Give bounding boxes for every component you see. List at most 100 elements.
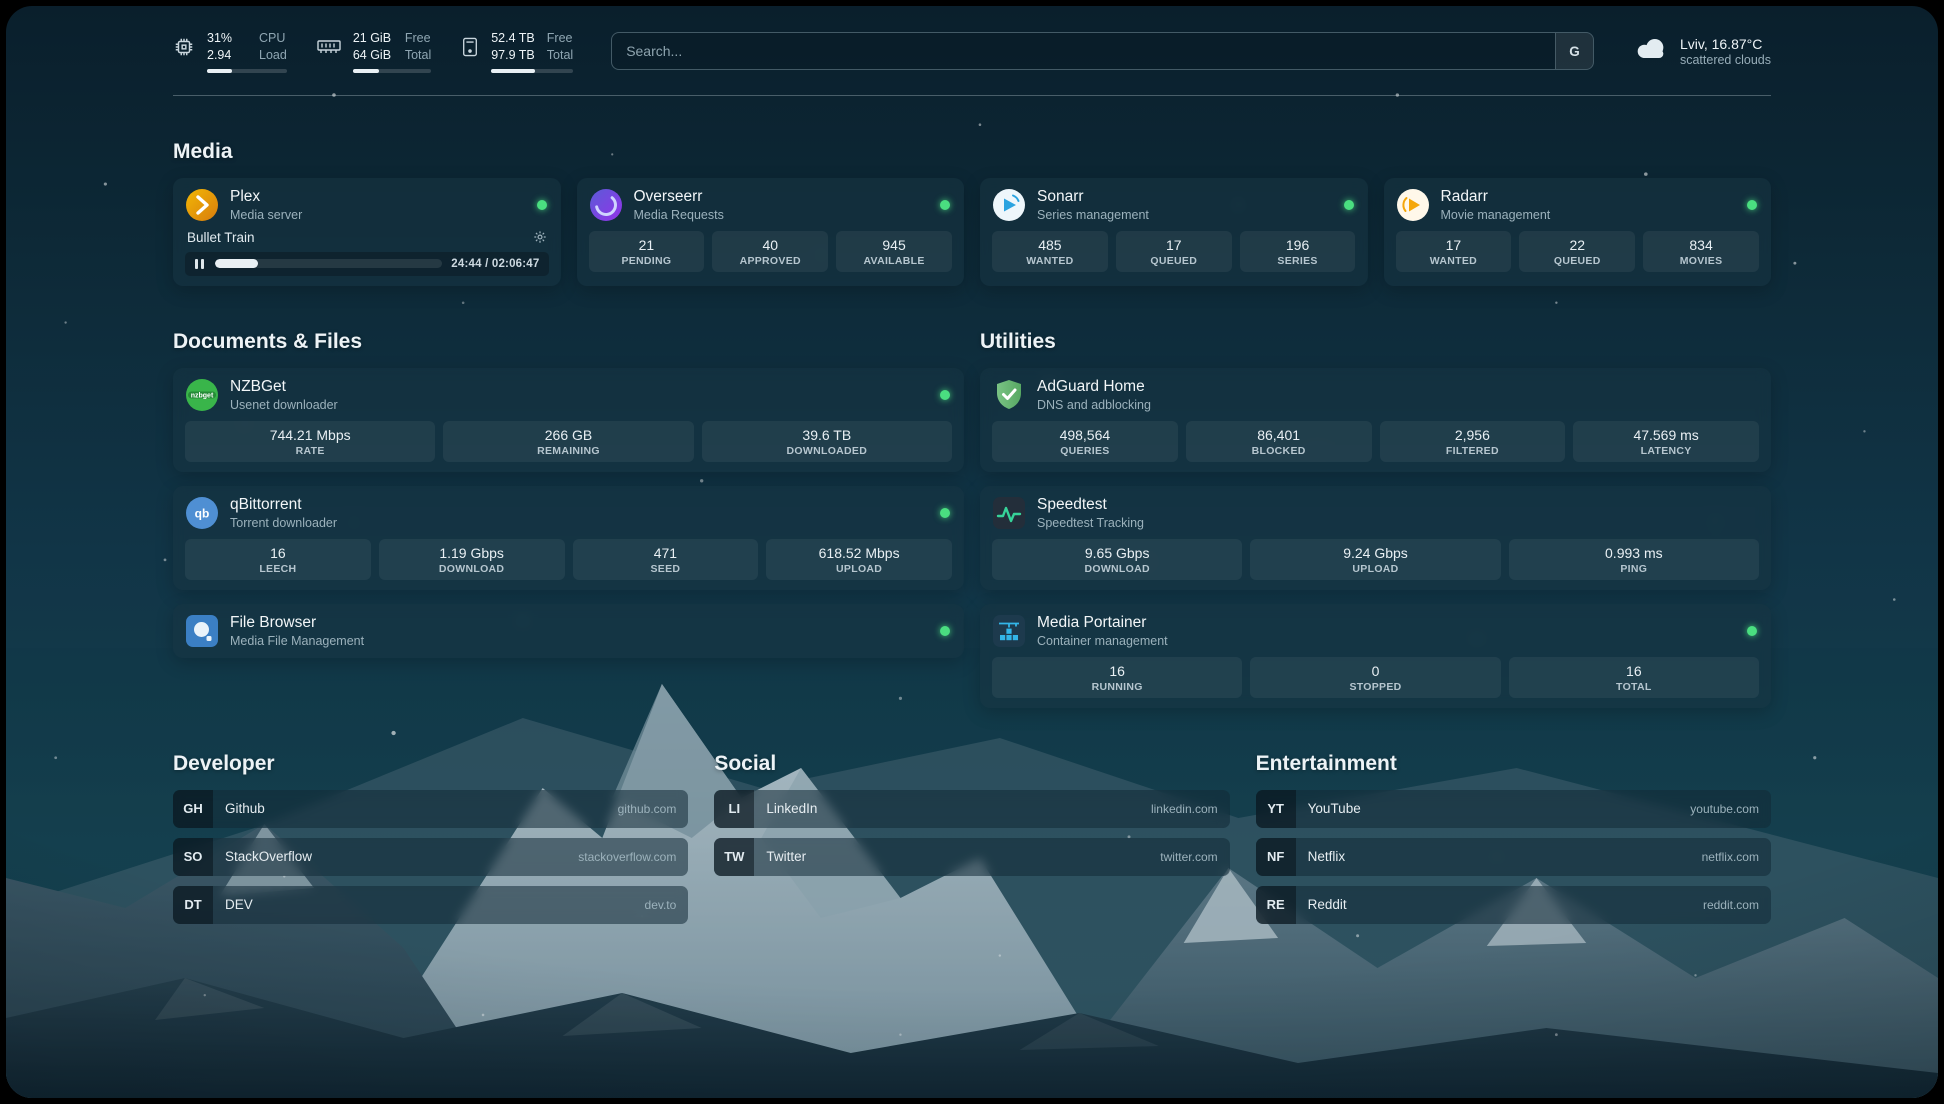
stat-running: 16RUNNING xyxy=(992,657,1242,698)
memory-free-label: Free xyxy=(405,30,431,47)
bookmark-url: netflix.com xyxy=(1702,850,1759,864)
search-input[interactable] xyxy=(611,32,1594,70)
disk-icon xyxy=(461,37,479,57)
service-subtitle: Series management xyxy=(1037,208,1333,222)
stat-blocked: 86,401BLOCKED xyxy=(1186,421,1372,462)
memory-free-value: 21 GiB xyxy=(353,30,393,47)
stat-approved: 40APPROVED xyxy=(712,231,828,272)
service-subtitle: Container management xyxy=(1037,634,1736,648)
service-name: qBittorrent xyxy=(230,496,929,515)
stat-queries: 498,564QUERIES xyxy=(992,421,1178,462)
bookmark-stackoverflow[interactable]: SO StackOverflow stackoverflow.com xyxy=(173,838,688,876)
service-subtitle: Movie management xyxy=(1441,208,1737,222)
status-dot xyxy=(1747,626,1757,636)
gear-icon[interactable] xyxy=(533,230,547,244)
service-name: Radarr xyxy=(1441,188,1737,207)
search-bar: G xyxy=(611,32,1594,70)
service-subtitle: Speedtest Tracking xyxy=(1037,516,1759,530)
bookmark-abbr: RE xyxy=(1256,886,1296,924)
stat-queued: 22QUEUED xyxy=(1519,231,1635,272)
memory-progress-bar xyxy=(353,69,431,73)
stat-filtered: 2,956FILTERED xyxy=(1380,421,1566,462)
stat-series: 196SERIES xyxy=(1240,231,1356,272)
service-card-plex[interactable]: Plex Media server Bullet Train xyxy=(173,178,561,286)
memory-icon xyxy=(317,39,341,55)
bookmark-name: StackOverflow xyxy=(225,849,578,864)
service-name: Plex xyxy=(230,188,526,207)
bookmark-netflix[interactable]: NF Netflix netflix.com xyxy=(1256,838,1771,876)
stat-upload: 9.24 GbpsUPLOAD xyxy=(1250,539,1500,580)
status-dot xyxy=(1747,200,1757,210)
status-dot xyxy=(1344,200,1354,210)
service-card-filebrowser[interactable]: File Browser Media File Management xyxy=(173,604,964,658)
status-dot xyxy=(940,200,950,210)
service-card-nzbget[interactable]: nzbget NZBGet Usenet downloader 744.21 M… xyxy=(173,368,964,472)
bookmark-name: DEV xyxy=(225,897,645,912)
status-dot xyxy=(537,200,547,210)
bookmark-name: YouTube xyxy=(1308,801,1691,816)
cpu-label: CPU xyxy=(259,30,287,47)
plex-icon xyxy=(185,188,219,222)
portainer-icon xyxy=(992,614,1026,648)
service-subtitle: Media Requests xyxy=(634,208,930,222)
cpu-load-value: 2.94 xyxy=(207,47,247,64)
bookmark-linkedin[interactable]: LI LinkedIn linkedin.com xyxy=(714,790,1229,828)
service-subtitle: DNS and adblocking xyxy=(1037,398,1759,412)
speedtest-icon xyxy=(992,496,1026,530)
bookmark-reddit[interactable]: RE Reddit reddit.com xyxy=(1256,886,1771,924)
service-name: AdGuard Home xyxy=(1037,378,1759,397)
service-card-radarr[interactable]: Radarr Movie management 17WANTED 22QUEUE… xyxy=(1384,178,1772,286)
bookmark-abbr: SO xyxy=(173,838,213,876)
disk-total-value: 97.9 TB xyxy=(491,47,535,64)
weather-widget[interactable]: Lviv, 16.87°C scattered clouds xyxy=(1632,36,1771,67)
adguard-icon xyxy=(992,378,1026,412)
bookmark-group-title: Social xyxy=(714,752,1229,776)
disk-widget: 52.4 TB 97.9 TB Free Total xyxy=(461,30,573,73)
bookmark-github[interactable]: GH Github github.com xyxy=(173,790,688,828)
sonarr-icon xyxy=(992,188,1026,222)
service-card-portainer[interactable]: Media Portainer Container management 16R… xyxy=(980,604,1771,708)
bookmark-youtube[interactable]: YT YouTube youtube.com xyxy=(1256,790,1771,828)
disk-free-value: 52.4 TB xyxy=(491,30,535,47)
bookmark-group-title: Developer xyxy=(173,752,688,776)
stat-wanted: 485WANTED xyxy=(992,231,1108,272)
stat-total: 16TOTAL xyxy=(1509,657,1759,698)
media-grid: Plex Media server Bullet Train xyxy=(173,178,1771,286)
memory-total-label: Total xyxy=(405,47,431,64)
service-name: NZBGet xyxy=(230,378,929,397)
stat-ping: 0.993 msPING xyxy=(1509,539,1759,580)
service-card-sonarr[interactable]: Sonarr Series management 485WANTED 17QUE… xyxy=(980,178,1368,286)
service-card-qbittorrent[interactable]: qb qBittorrent Torrent downloader 16LEEC… xyxy=(173,486,964,590)
status-dot xyxy=(940,626,950,636)
bookmark-group-entertainment: Entertainment YT YouTube youtube.com NF … xyxy=(1256,708,1771,934)
cloud-icon xyxy=(1632,36,1670,66)
bookmark-url: linkedin.com xyxy=(1151,802,1218,816)
cpu-load-label: Load xyxy=(259,47,287,64)
bookmark-url: dev.to xyxy=(645,898,677,912)
bookmark-name: Github xyxy=(225,801,618,816)
bookmark-url: stackoverflow.com xyxy=(578,850,676,864)
service-card-overseerr[interactable]: Overseerr Media Requests 21PENDING 40APP… xyxy=(577,178,965,286)
bookmark-dev[interactable]: DT DEV dev.to xyxy=(173,886,688,924)
section-title-documents: Documents & Files xyxy=(173,330,964,354)
bookmark-abbr: NF xyxy=(1256,838,1296,876)
search-provider-button[interactable]: G xyxy=(1555,33,1593,69)
playback-progress-track[interactable] xyxy=(215,259,443,268)
section-title-media: Media xyxy=(173,140,1771,164)
bookmark-name: Reddit xyxy=(1308,897,1703,912)
service-subtitle: Media server xyxy=(230,208,526,222)
bookmark-name: Twitter xyxy=(766,849,1160,864)
pause-icon[interactable] xyxy=(194,259,206,269)
stat-download: 1.19 GbpsDOWNLOAD xyxy=(379,539,565,580)
documents-column: Documents & Files nzbget xyxy=(173,286,964,658)
bookmark-url: twitter.com xyxy=(1160,850,1217,864)
memory-widget: 21 GiB 64 GiB Free Total xyxy=(317,30,431,73)
header-divider xyxy=(173,95,1771,96)
service-card-adguard[interactable]: AdGuard Home DNS and adblocking 498,564Q… xyxy=(980,368,1771,472)
filebrowser-icon xyxy=(185,614,219,648)
cpu-percent: 31% xyxy=(207,30,247,47)
stat-latency: 47.569 msLATENCY xyxy=(1573,421,1759,462)
stat-pending: 21PENDING xyxy=(589,231,705,272)
bookmark-twitter[interactable]: TW Twitter twitter.com xyxy=(714,838,1229,876)
service-card-speedtest[interactable]: Speedtest Speedtest Tracking 9.65 GbpsDO… xyxy=(980,486,1771,590)
